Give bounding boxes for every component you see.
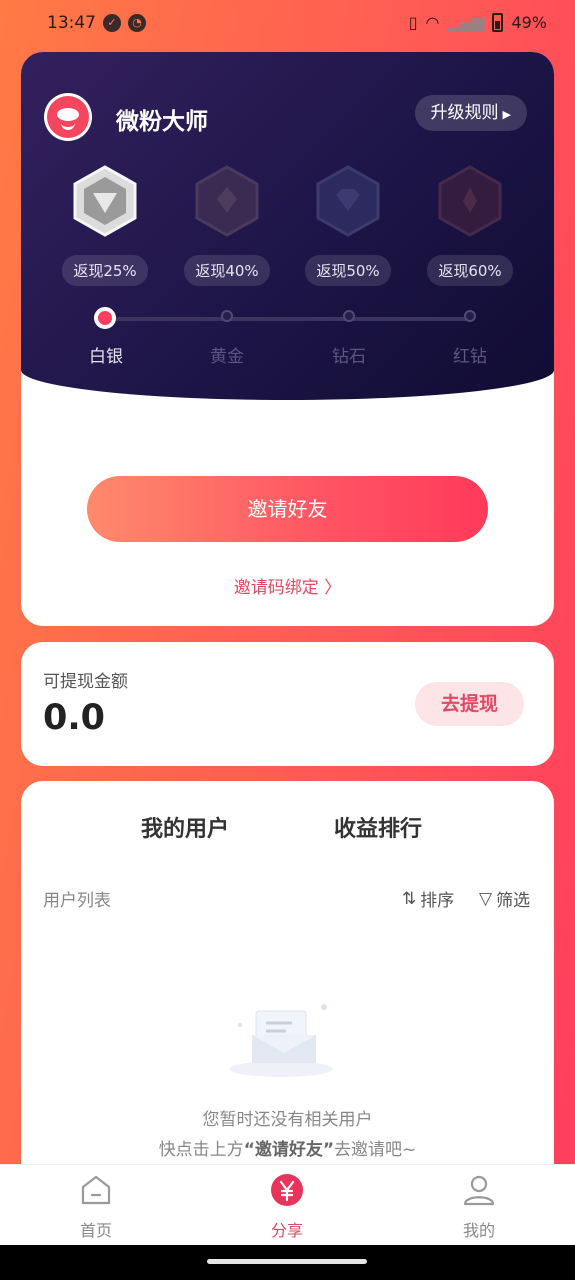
sort-button[interactable]: ⇅ 排序: [402, 886, 455, 912]
filter-icon: ▽: [479, 888, 493, 909]
play-arrow-icon: ▶: [502, 108, 511, 121]
gold-badge-icon: [195, 165, 259, 237]
upgrade-rules-label: 升级规则: [430, 103, 499, 123]
red-diamond-badge-icon: [438, 165, 502, 237]
status-indicators: ▯ ◠ ▂▄▆ 49%: [409, 13, 547, 32]
vibrate-icon: ▯: [408, 13, 418, 32]
battery-icon: [492, 13, 504, 32]
bottom-nav: 首页 分享 我的: [0, 1164, 575, 1245]
yuan-icon: [271, 1174, 303, 1206]
nav-label-share: 分享: [270, 1221, 303, 1240]
badge-diamond[interactable]: 返现50%: [298, 165, 398, 286]
status-time: 13:47: [47, 13, 96, 33]
badge-gold[interactable]: 返现40%: [177, 165, 277, 286]
level-label-diamond: 钻石: [332, 347, 366, 367]
badge-red-diamond[interactable]: 返现60%: [420, 165, 520, 286]
home-gesture-pill[interactable]: [207, 1259, 367, 1264]
badge-silver[interactable]: 返现25%: [55, 165, 155, 286]
empty-state-line1: 您暂时还没有相关用户: [202, 1110, 373, 1130]
battery-percent: 49%: [511, 13, 547, 32]
level-progress-track: [105, 317, 471, 321]
level-node-gold: [221, 310, 233, 322]
wifi-icon: ◠: [425, 13, 440, 32]
empty-state-line2: 快点击上方“邀请好友”去邀请吧~: [21, 1135, 554, 1165]
level-node-silver: [94, 307, 116, 329]
diamond-badge-icon: [316, 165, 380, 237]
nav-item-share[interactable]: 分享: [237, 1173, 337, 1241]
app-notification-icon: ◔: [128, 14, 146, 32]
mustache-logo-icon: [47, 96, 89, 138]
nav-label-mine: 我的: [462, 1221, 495, 1240]
status-bar: 13:47 ✓ ◔ ▯ ◠ ▂▄▆ 49%: [0, 0, 575, 48]
check-icon: ✓: [103, 14, 121, 32]
system-navigation-bar: [0, 1245, 575, 1280]
empty-state-text: 您暂时还没有相关用户 快点击上方“邀请好友”去邀请吧~: [21, 1105, 554, 1165]
invite-friends-button[interactable]: 邀请好友: [87, 476, 488, 542]
nav-label-home: 首页: [79, 1221, 112, 1240]
home-icon: [81, 1175, 111, 1205]
level-node-red-diamond: [464, 310, 476, 322]
app-name: 微粉大师: [116, 109, 208, 135]
empty-mail-icon: [229, 1004, 333, 1077]
sort-label: 排序: [420, 891, 455, 911]
sort-icon: ⇅: [402, 888, 417, 909]
badge-diamond-cashback: 返现50%: [305, 255, 391, 286]
badge-silver-cashback: 返现25%: [62, 255, 148, 286]
badge-gold-cashback: 返现40%: [184, 255, 270, 286]
membership-card: 微粉大师 升级规则 ▶ 返现25% 返现40% 返现50% 返现60% 白银 黄…: [21, 52, 554, 626]
badge-red-diamond-cashback: 返现60%: [427, 255, 513, 286]
tab-my-users[interactable]: 我的用户: [141, 811, 229, 843]
level-label-silver: 白银: [89, 347, 123, 367]
withdraw-button[interactable]: 去提现: [415, 682, 524, 726]
level-node-diamond: [343, 310, 355, 322]
chevron-right-icon: 〉: [324, 578, 342, 598]
nav-item-mine[interactable]: 我的: [429, 1173, 529, 1241]
empty-line2-emphasis: “邀请好友”: [243, 1140, 335, 1160]
avatar[interactable]: [44, 93, 92, 141]
invite-code-bind-link[interactable]: 邀请码绑定 〉: [21, 573, 554, 598]
balance-card: 可提现金额 0.0 去提现: [21, 642, 554, 766]
user-icon: [463, 1175, 495, 1206]
user-list-card: 我的用户 收益排行 用户列表 ⇅ 排序 ▽ 筛选 您暂时还没有相关用户 快点击上方“…: [21, 781, 554, 1201]
empty-line2-prefix: 快点击上方: [158, 1140, 244, 1160]
filter-label: 筛选: [496, 891, 531, 911]
invite-code-bind-label: 邀请码绑定: [233, 578, 319, 598]
filter-button[interactable]: ▽ 筛选: [479, 886, 531, 912]
balance-label: 可提现金额: [43, 672, 128, 692]
silver-badge-icon: [73, 165, 137, 237]
level-label-red-diamond: 红钻: [453, 347, 487, 367]
balance-value: 0.0: [43, 698, 106, 738]
level-label-gold: 黄金: [210, 347, 244, 367]
user-list-title: 用户列表: [43, 891, 111, 911]
empty-line2-suffix: 去邀请吧~: [334, 1140, 417, 1160]
upgrade-rules-button[interactable]: 升级规则 ▶: [414, 95, 527, 131]
tab-earnings-ranking[interactable]: 收益排行: [334, 811, 422, 843]
nav-item-home[interactable]: 首页: [46, 1173, 146, 1241]
level-panel: 微粉大师 升级规则 ▶ 返现25% 返现40% 返现50% 返现60% 白银 黄…: [21, 52, 554, 400]
signal-icon: ▂▄▆: [447, 13, 485, 32]
